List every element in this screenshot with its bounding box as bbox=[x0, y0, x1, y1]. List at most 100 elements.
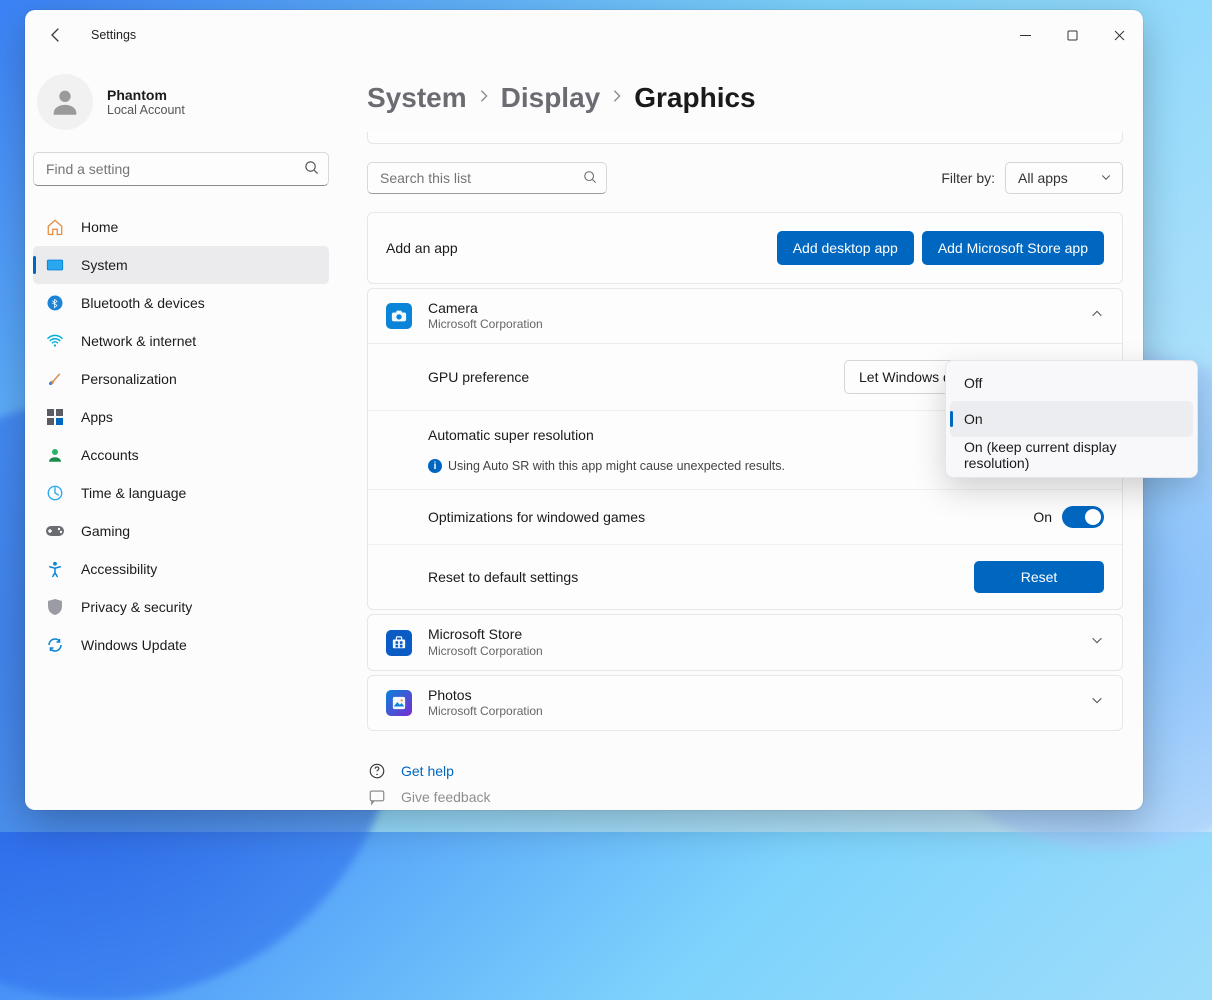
filter-value: All apps bbox=[1018, 170, 1068, 186]
nav-privacy[interactable]: Privacy & security bbox=[33, 588, 329, 626]
nav-label: Home bbox=[81, 219, 118, 235]
app-publisher: Microsoft Corporation bbox=[428, 704, 543, 718]
nav-label: Bluetooth & devices bbox=[81, 295, 205, 311]
gamepad-icon bbox=[45, 521, 65, 541]
nav-label: Privacy & security bbox=[81, 599, 192, 615]
app-card-store[interactable]: Microsoft Store Microsoft Corporation bbox=[367, 614, 1123, 670]
list-search-input[interactable] bbox=[367, 162, 607, 194]
photos-app-icon bbox=[386, 690, 412, 716]
chevron-down-icon bbox=[1100, 170, 1112, 186]
reset-button[interactable]: Reset bbox=[974, 561, 1104, 593]
store-app-icon bbox=[386, 630, 412, 656]
filter-select[interactable]: All apps bbox=[1005, 162, 1123, 194]
help-label: Get help bbox=[401, 763, 454, 779]
app-card-photos[interactable]: Photos Microsoft Corporation bbox=[367, 675, 1123, 731]
give-feedback-link[interactable]: Give feedback bbox=[367, 787, 1123, 807]
window-controls bbox=[1002, 17, 1143, 53]
asr-info-text: Using Auto SR with this app might cause … bbox=[448, 459, 785, 473]
person-icon bbox=[45, 445, 65, 465]
nav-bluetooth[interactable]: Bluetooth & devices bbox=[33, 284, 329, 322]
windowed-toggle-text: On bbox=[1033, 509, 1052, 525]
app-name: Microsoft Store bbox=[428, 627, 543, 642]
chevron-up-icon[interactable] bbox=[1090, 307, 1104, 326]
nav-apps[interactable]: Apps bbox=[33, 398, 329, 436]
nav-accessibility[interactable]: Accessibility bbox=[33, 550, 329, 588]
app-publisher: Microsoft Corporation bbox=[428, 644, 543, 658]
ctx-item-on[interactable]: On bbox=[950, 401, 1193, 437]
add-desktop-app-button[interactable]: Add desktop app bbox=[777, 231, 914, 265]
ctx-item-on-keep[interactable]: On (keep current display resolution) bbox=[950, 437, 1193, 473]
ctx-item-off[interactable]: Off bbox=[950, 365, 1193, 401]
back-button[interactable] bbox=[39, 18, 73, 52]
sidebar-search[interactable] bbox=[33, 152, 329, 186]
home-icon bbox=[45, 217, 65, 237]
gpu-pref-label: GPU preference bbox=[428, 369, 529, 385]
nav-label: Time & language bbox=[81, 485, 186, 501]
windowed-label: Optimizations for windowed games bbox=[428, 509, 645, 525]
shield-icon bbox=[45, 597, 65, 617]
feedback-icon bbox=[367, 787, 387, 807]
chevron-down-icon[interactable] bbox=[1090, 633, 1104, 652]
nav-label: Accessibility bbox=[81, 561, 157, 577]
add-app-label: Add an app bbox=[386, 240, 458, 256]
nav-label: Gaming bbox=[81, 523, 130, 539]
crumb-graphics: Graphics bbox=[634, 82, 755, 114]
nav-label: Personalization bbox=[81, 371, 177, 387]
wifi-icon bbox=[45, 331, 65, 351]
profile-name: Phantom bbox=[107, 87, 185, 103]
window-title: Settings bbox=[91, 28, 136, 42]
asr-label: Automatic super resolution bbox=[428, 427, 594, 443]
close-button[interactable] bbox=[1096, 17, 1143, 53]
app-header-camera[interactable]: Camera Microsoft Corporation bbox=[368, 289, 1122, 343]
help-icon bbox=[367, 761, 387, 781]
minimize-button[interactable] bbox=[1002, 17, 1049, 53]
maximize-button[interactable] bbox=[1049, 17, 1096, 53]
search-icon bbox=[304, 160, 319, 180]
user-profile[interactable]: Phantom Local Account bbox=[33, 60, 329, 152]
clock-globe-icon bbox=[45, 483, 65, 503]
sidebar: Phantom Local Account Home System bbox=[25, 60, 337, 810]
nav-personalization[interactable]: Personalization bbox=[33, 360, 329, 398]
avatar bbox=[37, 74, 93, 130]
sidebar-search-input[interactable] bbox=[33, 152, 329, 186]
nav-time-language[interactable]: Time & language bbox=[33, 474, 329, 512]
list-controls: Filter by: All apps bbox=[367, 162, 1123, 194]
nav-label: Network & internet bbox=[81, 333, 196, 349]
nav-label: Apps bbox=[81, 409, 113, 425]
chevron-right-icon bbox=[477, 89, 491, 108]
profile-subtitle: Local Account bbox=[107, 103, 185, 117]
chevron-down-icon[interactable] bbox=[1090, 693, 1104, 712]
row-reset: Reset to default settings Reset bbox=[368, 545, 1122, 609]
feedback-label: Give feedback bbox=[401, 789, 491, 805]
system-icon bbox=[45, 255, 65, 275]
add-app-card: Add an app Add desktop app Add Microsoft… bbox=[367, 212, 1123, 284]
app-name: Photos bbox=[428, 688, 543, 703]
nav-gaming[interactable]: Gaming bbox=[33, 512, 329, 550]
brush-icon bbox=[45, 369, 65, 389]
camera-app-icon bbox=[386, 303, 412, 329]
nav-label: System bbox=[81, 257, 128, 273]
crumb-system[interactable]: System bbox=[367, 82, 467, 114]
nav-label: Windows Update bbox=[81, 637, 187, 653]
list-search[interactable] bbox=[367, 162, 607, 194]
apps-icon bbox=[45, 407, 65, 427]
nav-network[interactable]: Network & internet bbox=[33, 322, 329, 360]
nav-system[interactable]: System bbox=[33, 246, 329, 284]
info-icon: i bbox=[428, 459, 442, 473]
refresh-icon bbox=[45, 635, 65, 655]
row-windowed-opt: Optimizations for windowed games On bbox=[368, 490, 1122, 545]
windowed-toggle[interactable] bbox=[1062, 506, 1104, 528]
nav-home[interactable]: Home bbox=[33, 208, 329, 246]
add-store-app-button[interactable]: Add Microsoft Store app bbox=[922, 231, 1104, 265]
asr-context-menu: Off On On (keep current display resoluti… bbox=[945, 360, 1198, 478]
titlebar: Settings bbox=[25, 10, 1143, 60]
breadcrumb: System Display Graphics bbox=[367, 82, 1123, 114]
nav-windows-update[interactable]: Windows Update bbox=[33, 626, 329, 664]
get-help-link[interactable]: Get help bbox=[367, 761, 1123, 781]
collapsed-section-peek bbox=[367, 132, 1123, 144]
nav-accounts[interactable]: Accounts bbox=[33, 436, 329, 474]
app-name: Camera bbox=[428, 301, 543, 316]
search-icon bbox=[583, 170, 597, 189]
crumb-display[interactable]: Display bbox=[501, 82, 601, 114]
bluetooth-icon bbox=[45, 293, 65, 313]
